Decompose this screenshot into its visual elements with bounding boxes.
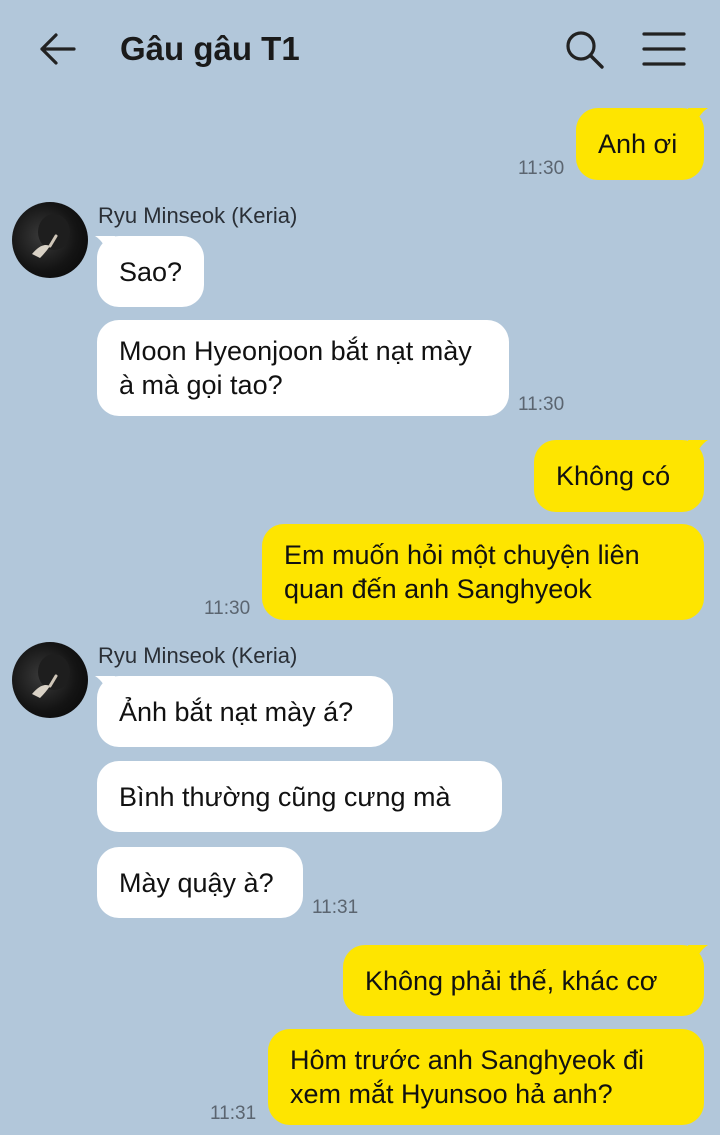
message-text: Mày quậy à? <box>119 867 274 898</box>
avatar[interactable] <box>12 202 88 278</box>
sender-name: Ryu Minseok (Keria) <box>98 643 298 668</box>
message-text: Anh ơi <box>598 129 678 159</box>
my-message-bubble[interactable]: Anh ơi <box>576 108 704 180</box>
message-time: 11:31 <box>210 1103 257 1124</box>
hamburger-menu-icon[interactable] <box>642 30 686 68</box>
my-message-bubble[interactable]: Hôm trước anh Sanghyeok đi xem mắt Hyuns… <box>268 1029 704 1125</box>
bubble-tail <box>95 236 115 258</box>
message-time: 11:30 <box>518 394 565 415</box>
message-text: Không có <box>556 461 671 491</box>
other-message-bubble[interactable]: Ảnh bắt nạt mày á? <box>97 676 393 747</box>
avatar-image <box>32 654 70 698</box>
message-text: Sao? <box>119 256 183 287</box>
message-time: 11:31 <box>312 897 359 918</box>
other-message-bubble[interactable]: Moon Hyeonjoon bắt nạt mày à mà gọi tao? <box>97 320 509 416</box>
message-time: 11:30 <box>204 598 251 619</box>
bubble-tail <box>688 945 708 967</box>
search-icon[interactable] <box>563 28 605 70</box>
arrow-left-icon[interactable] <box>36 28 78 70</box>
sender-name: Ryu Minseok (Keria) <box>98 203 298 228</box>
bubble-tail <box>688 108 708 130</box>
my-message-bubble[interactable]: Em muốn hỏi một chuyện liên quan đến anh… <box>262 524 704 620</box>
other-message-bubble[interactable]: Mày quậy à? <box>97 847 303 918</box>
message-text: Không phải thế, khác cơ <box>365 965 658 996</box>
avatar[interactable] <box>12 642 88 718</box>
my-message-bubble[interactable]: Không phải thế, khác cơ <box>343 945 704 1016</box>
chat-header: Gâu gâu T1 <box>0 0 720 100</box>
my-message-bubble[interactable]: Không có <box>534 440 704 512</box>
other-message-bubble[interactable]: Bình thường cũng cưng mà <box>97 761 502 832</box>
message-text: Bình thường cũng cưng mà <box>119 781 451 812</box>
bubble-tail <box>95 676 115 698</box>
message-text: Moon Hyeonjoon bắt nạt mày à mà gọi tao? <box>119 336 472 400</box>
message-text: Hôm trước anh Sanghyeok đi xem mắt Hyuns… <box>290 1045 644 1109</box>
message-time: 11:30 <box>518 158 565 179</box>
avatar-image <box>32 214 70 258</box>
chat-title: Gâu gâu T1 <box>120 30 300 67</box>
message-text: Em muốn hỏi một chuyện liên quan đến anh… <box>284 540 640 604</box>
bubble-tail <box>688 440 708 462</box>
message-text: Ảnh bắt nạt mày á? <box>119 696 354 727</box>
